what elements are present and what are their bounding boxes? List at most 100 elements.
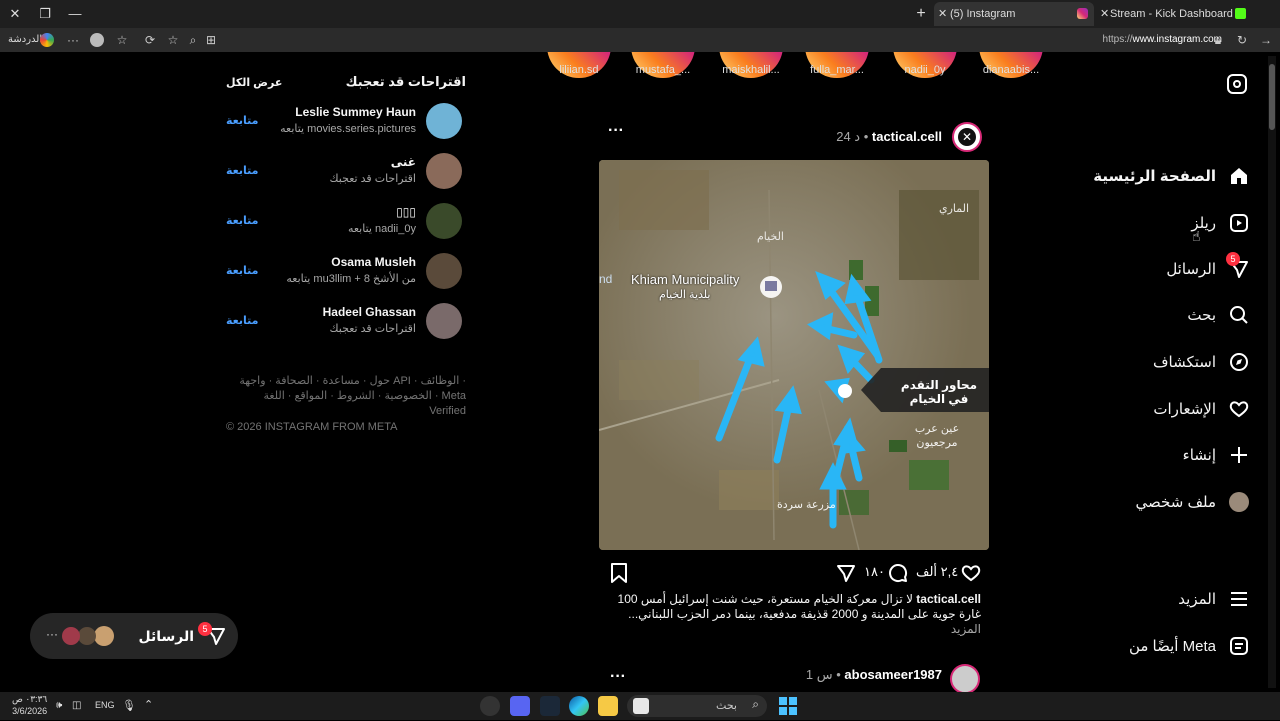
post-time: 24 د [836,129,861,144]
more-options-icon[interactable]: ··· [65,32,81,48]
microphone-icon[interactable]: 🎙︎ [122,699,136,712]
obs-icon[interactable] [480,696,500,716]
messages-badge: 5 [198,622,212,636]
minimize-window-icon[interactable]: — [64,4,86,24]
windows-start-icon[interactable] [778,696,798,716]
profile-icon[interactable] [90,33,104,47]
follow-button[interactable]: متابعة [226,114,258,127]
close-tab-icon[interactable]: ✕ [1100,2,1109,26]
edge-icon[interactable] [569,696,589,716]
story-item[interactable]: nadii_0y [888,52,962,108]
show-hidden-icons-icon[interactable]: ⌃ [144,698,153,711]
avatar [94,626,114,646]
messages-pill[interactable]: 5 الرسائل ··· [30,613,238,659]
post-image[interactable]: Khiam Municipality بلدية الخيام nd المار… [599,160,989,550]
map-place-ar: بلدية الخيام [659,289,711,301]
next-post-username[interactable]: abosameer1987 [844,667,942,682]
url-field[interactable]: https://www.instagram.com [1103,34,1222,45]
chat-label[interactable]: الدردشة [8,34,42,45]
close-window-icon[interactable]: ✕ [4,4,26,24]
suggestion-item: غنى اقتراحات قد تعجبك متابعة [226,153,466,193]
story-item[interactable]: mustafa_... [626,52,700,108]
sidebar-item-also-from-meta[interactable]: أيضًا من Meta [1129,631,1250,661]
post-caption: tactical.cell لا تزال معركة الخيام مستعر… [600,592,981,637]
sidebar-item-messages[interactable]: 5 الرسائل [1166,252,1250,284]
next-post-avatar[interactable] [950,664,980,692]
story-item[interactable]: maiskhalil... [714,52,788,108]
mouse-cursor-icon: ☝ [1192,228,1201,244]
browser-title-bar: ✕ ❐ — + ✕ (5) Instagram ✕ Stream - Kick … [0,0,1280,28]
favorites-icon[interactable]: ☆ [114,32,130,48]
sidebar-item-notifications[interactable]: الإشعارات [1153,394,1250,424]
file-explorer-icon[interactable] [598,696,618,716]
close-tab-icon[interactable]: ✕ [938,2,947,26]
follow-button[interactable]: متابعة [226,314,258,327]
taskbar-search[interactable]: بحث ⌕ [627,695,767,717]
comment-icon[interactable] [888,563,908,583]
sidebar-item-more[interactable]: المزيد [1178,584,1250,614]
next-post-header: 1 س • abosameer1987 [805,667,942,682]
story-item[interactable]: dianaabis... [974,52,1048,108]
add-favorite-icon[interactable]: ☆ [165,32,181,48]
sidebar-item-profile[interactable]: ملف شخصي [1136,487,1250,517]
post-avatar[interactable]: ✕ [952,122,982,152]
instagram-logo-icon[interactable] [1227,74,1247,94]
post-username[interactable]: tactical.cell [872,129,942,144]
map-place-en: Khiam Municipality [631,272,740,287]
story-item[interactable]: fulla_mar... [800,52,874,108]
caption-more-link[interactable]: المزيد [600,622,981,637]
back-icon[interactable]: → [1258,32,1274,48]
extensions-icon[interactable]: ⟳ [142,32,158,48]
post-header: ··· 24 د • tactical.cell ✕ [600,122,990,152]
next-post-options-icon[interactable]: ··· [610,668,626,686]
follow-button[interactable]: متابعة [226,264,258,277]
map-town-mid: الخيام [757,231,784,243]
tab-instagram[interactable]: ✕ (5) Instagram [934,2,1094,26]
avatar[interactable] [426,203,462,239]
avatar[interactable] [426,153,462,189]
clock[interactable]: ٠٣:٣٦ ص 3/6/2026 [12,693,47,717]
language-indicator[interactable]: ENG [95,700,115,710]
new-tab-icon[interactable]: + [910,4,932,24]
copyright: © 2026 INSTAGRAM FROM META [226,421,398,433]
restore-window-icon[interactable]: ❐ [34,4,56,24]
taskbar: ٠٣:٣٦ ص 3/6/2026 🕪︎ ◫ ENG 🎙︎ ⌃ بحث ⌕ [0,692,1280,720]
sidebar-item-search[interactable]: بحث [1187,300,1250,330]
sidebar-item-home[interactable]: الصفحة الرئيسية [1093,161,1250,191]
suggestion-item: Hadeel Ghassan اقتراحات قد تعجبك متابعة [226,303,466,343]
copilot-icon[interactable] [40,33,54,47]
share-icon[interactable] [836,563,856,583]
page-scrollbar[interactable] [1268,56,1276,688]
save-bookmark-icon[interactable] [610,563,628,583]
map-image [599,160,989,550]
tab-kick[interactable]: ✕ Stream - Kick Dashboard [1098,2,1258,26]
suggestion-item: Leslie Summey Haun يتابعه movies.series.… [226,103,466,143]
avatar[interactable] [426,303,462,339]
story-item[interactable]: liliian.sd [542,52,616,108]
steam-icon[interactable] [540,696,560,716]
post-options-icon[interactable]: ··· [608,122,624,140]
comments-count: ١٨٠ [864,564,885,579]
see-all-link[interactable]: عرض الكل [226,76,282,89]
read-aloud-icon[interactable]: ⌕ [185,32,201,48]
avatar[interactable] [426,253,462,289]
network-icon[interactable]: ◫ [72,700,81,711]
sidebar-item-create[interactable]: إنشاء [1183,440,1250,470]
avatar [78,627,96,645]
follow-button[interactable]: متابعة [226,214,258,227]
follow-button[interactable]: متابعة [226,164,258,177]
discord-icon[interactable] [510,696,530,716]
avatar[interactable] [426,103,462,139]
like-heart-icon[interactable] [960,563,982,583]
plus-icon [1228,444,1250,466]
footer-links[interactable]: حول · مساعدة · الصحافة · واجهة API · الو… [226,374,466,419]
suggestion-item: ▯▯▯ يتابعه nadii_0y متابعة [226,203,466,243]
caption-username[interactable]: tactical.cell [916,592,981,606]
sidebar-item-explore[interactable]: استكشاف [1153,347,1250,377]
scrollbar-thumb[interactable] [1269,64,1275,130]
refresh-icon[interactable]: ↻ [1234,32,1250,48]
lock-icon: 🔒︎ [1214,33,1222,47]
volume-icon[interactable]: 🕪︎ [56,700,62,711]
split-screen-icon[interactable]: ⊞ [203,32,219,48]
map-main-label: محاور التقدم في الخيام [900,378,978,406]
